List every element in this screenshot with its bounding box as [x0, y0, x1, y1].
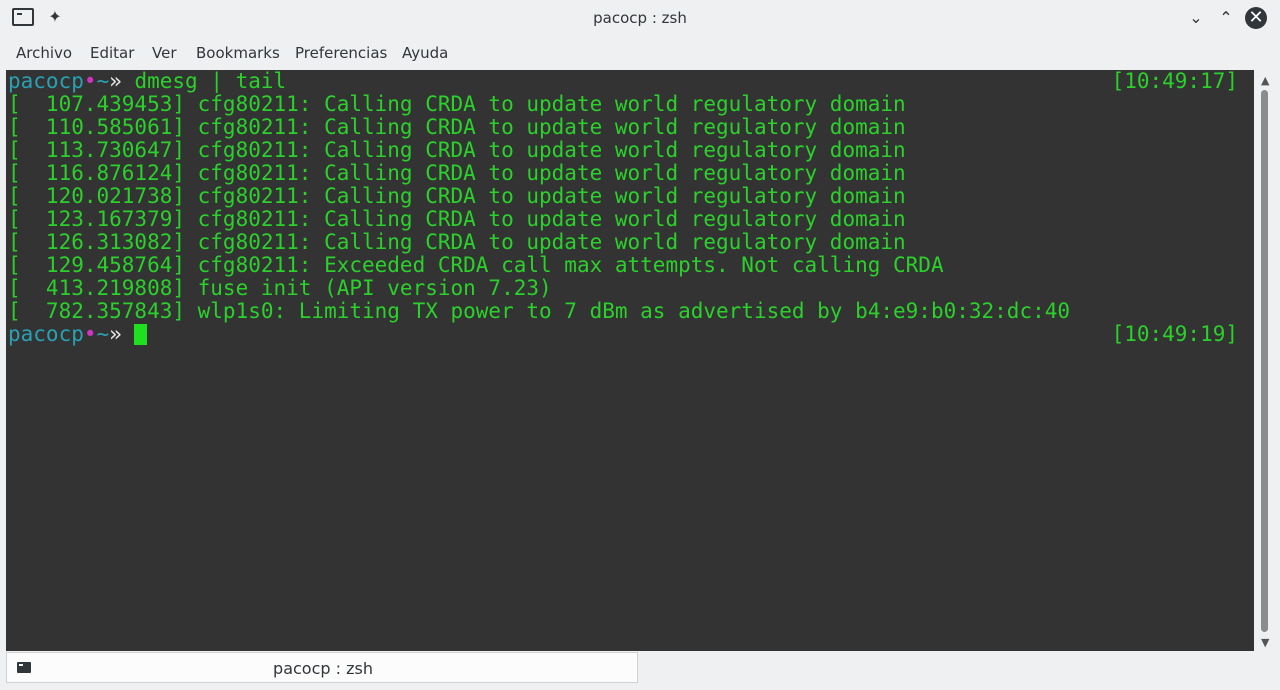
prompt-user: pacocp — [8, 70, 84, 93]
command-timestamp: [10:49:17] — [1111, 70, 1238, 93]
menu-bookmarks[interactable]: Bookmarks — [196, 36, 280, 70]
prompt-dir: ~ — [96, 70, 110, 93]
output-line: [ 123.167379] cfg80211: Calling CRDA to … — [8, 207, 906, 231]
output-line: [ 129.458764] cfg80211: Exceeded CRDA ca… — [8, 253, 944, 277]
prompt-arrow: » — [109, 70, 122, 93]
prompt-dot: • — [83, 70, 97, 93]
window-title: pacocp : zsh — [593, 9, 687, 27]
menu-editar[interactable]: Editar — [90, 36, 134, 70]
menu-preferencias[interactable]: Preferencias — [295, 36, 387, 70]
menu-bar: Archivo Editar Ver Bookmarks Preferencia… — [0, 36, 1280, 70]
output-line: [ 113.730647] cfg80211: Calling CRDA to … — [8, 138, 906, 162]
scrollbar[interactable]: ▲ ▼ — [1254, 70, 1280, 651]
tab-session[interactable]: pacocp : zsh — [6, 652, 638, 683]
output-line: [ 120.021738] cfg80211: Calling CRDA to … — [8, 184, 906, 208]
prompt-dot: • — [83, 322, 97, 346]
prompt-user: pacocp — [8, 322, 84, 346]
output-line: [ 782.357843] wlp1s0: Limiting TX power … — [8, 299, 1071, 323]
command-text: dmesg | tail — [134, 70, 287, 93]
output-line: [ 126.313082] cfg80211: Calling CRDA to … — [8, 230, 906, 254]
menu-ver[interactable]: Ver — [152, 36, 177, 70]
scroll-up-arrow-icon[interactable]: ▲ — [1261, 74, 1269, 87]
command-line: pacocp•~» dmesg | tail — [8, 70, 286, 93]
minimize-button[interactable]: ⌄ — [1184, 6, 1208, 30]
output-line: [ 116.876124] cfg80211: Calling CRDA to … — [8, 161, 906, 185]
maximize-button[interactable]: ⌃ — [1214, 6, 1238, 30]
text-cursor — [134, 324, 148, 345]
close-button[interactable]: ✕ — [1245, 7, 1267, 29]
prompt-arrow: » — [109, 322, 122, 346]
prompt-timestamp: [10:49:19] — [1111, 322, 1238, 346]
scroll-down-arrow-icon[interactable]: ▼ — [1261, 636, 1269, 649]
tab-bar: pacocp : zsh — [0, 651, 1280, 690]
scrollbar-thumb[interactable] — [1261, 90, 1268, 632]
prompt-line: pacocp•~» — [8, 322, 148, 346]
output-line: [ 110.585061] cfg80211: Calling CRDA to … — [8, 115, 906, 139]
terminal-view[interactable]: pacocp•~» dmesg | tail [10:49:17] [ 107.… — [6, 70, 1254, 651]
output-line: [ 413.219808] fuse init (API version 7.2… — [8, 276, 552, 300]
output-line: [ 107.439453] cfg80211: Calling CRDA to … — [8, 92, 906, 116]
title-bar: ✦ pacocp : zsh ⌄ ⌃ ✕ — [0, 0, 1280, 36]
menu-ayuda[interactable]: Ayuda — [402, 36, 448, 70]
menu-archivo[interactable]: Archivo — [16, 36, 72, 70]
prompt-dir: ~ — [96, 322, 110, 346]
tab-label: pacocp : zsh — [273, 659, 373, 678]
